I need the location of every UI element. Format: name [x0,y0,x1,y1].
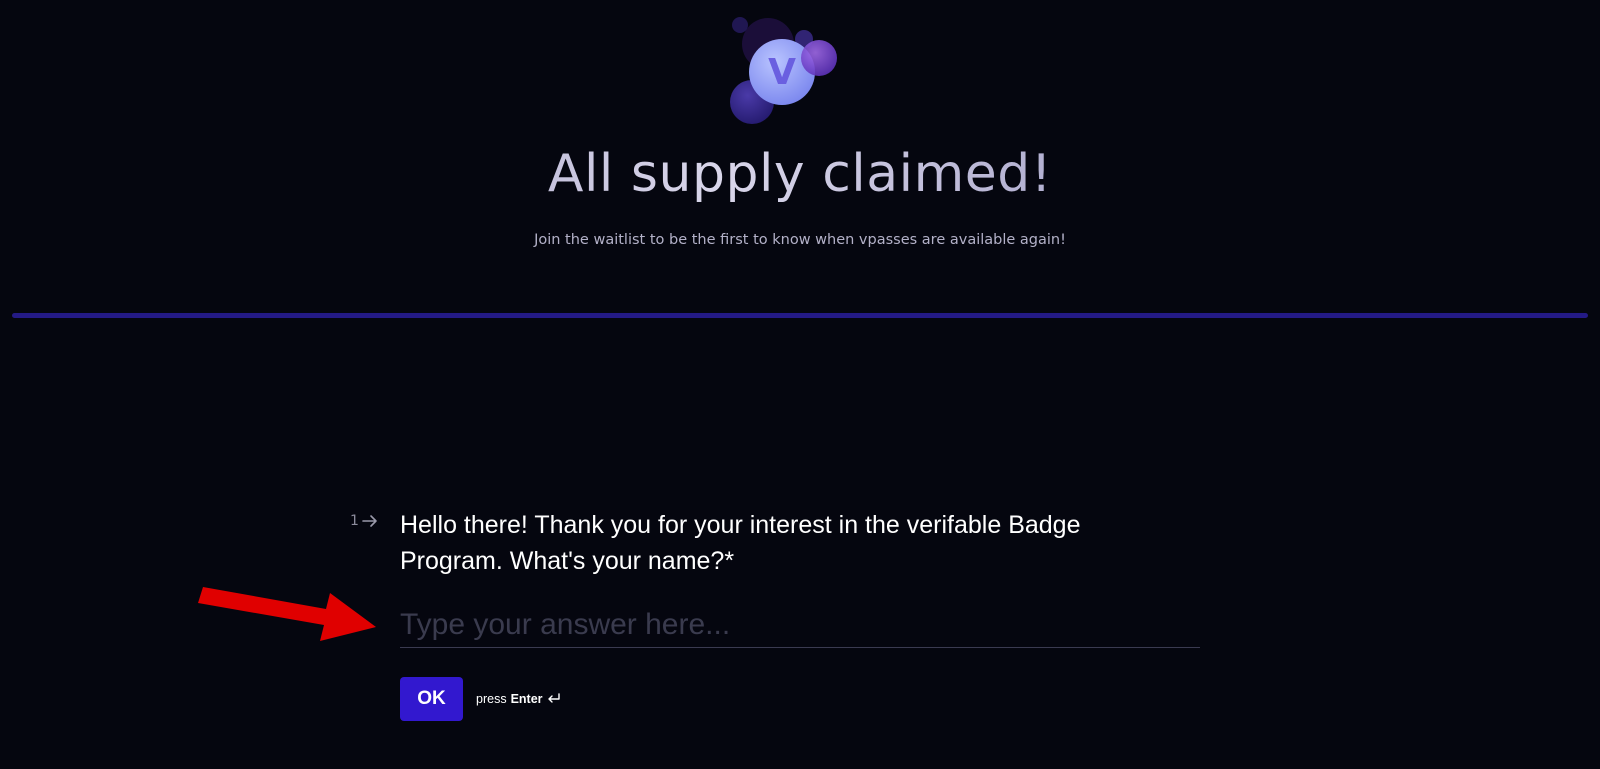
answer-input[interactable] [400,603,1200,648]
enter-hint-key: Enter [510,692,543,706]
annotation-arrow-icon [198,587,376,641]
logo-letter: V [768,52,796,93]
enter-hint-prefix: press [476,692,507,706]
question-number: 1 [350,513,379,529]
ok-button[interactable]: OK [400,677,463,721]
arrow-right-icon [362,515,377,527]
page-subtitle: Join the waitlist to be the first to kno… [534,232,1066,248]
question-number-label: 1 [350,513,359,529]
enter-hint: press Enter [476,692,561,706]
question-text: Hello there! Thank you for your interest… [400,511,1081,575]
section-divider [12,313,1588,318]
brand-logo: V [730,17,837,124]
enter-key-icon [547,693,560,703]
page-title: All supply claimed! [0,142,1600,206]
